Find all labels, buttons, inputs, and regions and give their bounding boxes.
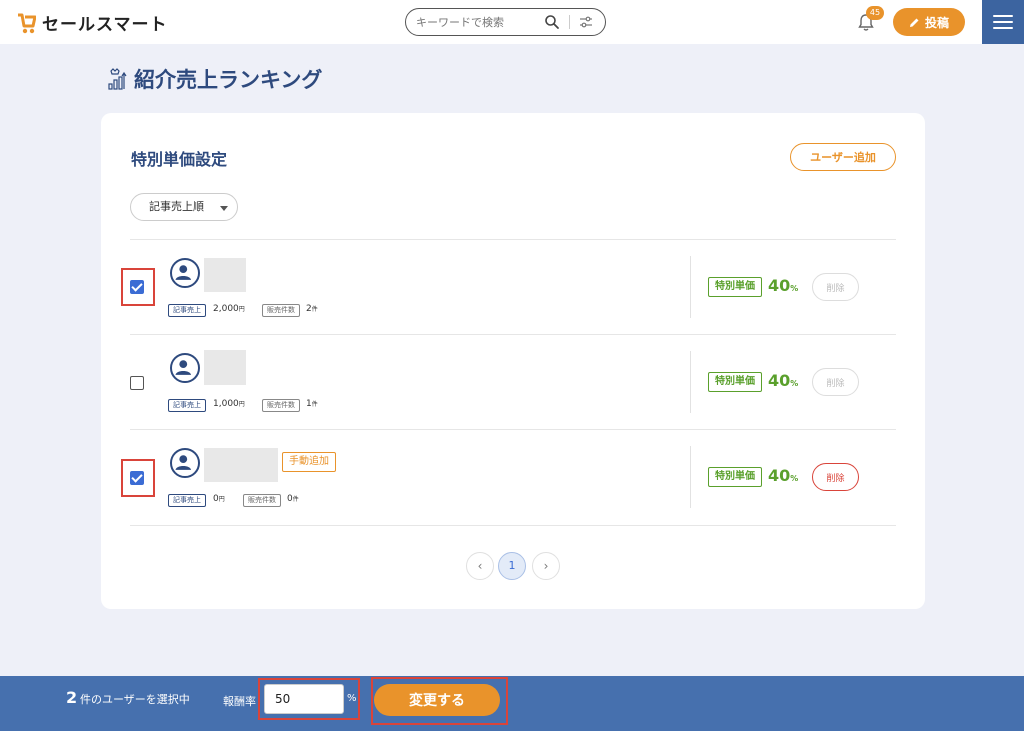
special-rate-value: 40% [768,276,799,295]
user-name-placeholder [204,258,246,292]
sales-value: 2,000円 [213,304,245,314]
special-rate-tag: 特別単価 [708,467,762,487]
delete-button[interactable]: 削除 [812,273,859,301]
sales-tag: 記事売上 [168,399,206,412]
cart-logo-icon [18,13,36,33]
delete-button[interactable]: 削除 [812,463,859,491]
sales-value: 0円 [213,494,225,504]
hamburger-menu-icon[interactable] [982,0,1024,44]
pagination-prev-button[interactable]: ‹ [466,552,494,580]
user-avatar-icon [170,258,200,288]
sales-count-tag: 販売件数 [243,494,281,507]
special-rate-value: 40% [768,371,799,390]
sales-count-tag: 販売件数 [262,399,300,412]
pencil-icon [909,18,919,27]
search-box[interactable] [405,8,606,36]
row-separator [690,446,691,508]
card-title: 特別単価設定 [131,150,228,169]
user-name-placeholder [204,350,246,385]
user-name-placeholder [204,448,278,482]
caret-down-icon [220,206,228,211]
search-separator [569,15,570,29]
change-button[interactable]: 変更する [374,684,500,716]
notification-badge: 45 [866,6,884,20]
sales-count-tag: 販売件数 [262,304,300,317]
add-user-button[interactable]: ユーザー追加 [790,143,896,171]
reward-rate-input[interactable] [264,684,344,714]
special-rate-card: 特別単価設定 ユーザー追加 記事売上順 記事売上 2,000円 販売件数 2件 … [101,113,925,609]
sales-tag: 記事売上 [168,304,206,317]
page-title-group: 紹介売上ランキング [108,64,322,94]
special-rate-tag: 特別単価 [708,372,762,392]
user-avatar-icon [170,448,200,478]
row-separator [690,351,691,413]
logo[interactable]: セールスマート [16,10,168,35]
pagination-next-button[interactable]: › [532,552,560,580]
logo-text: セールスマート [42,15,168,35]
search-icon[interactable] [544,14,560,30]
sales-count-value: 1件 [306,399,318,409]
filter-sliders-icon[interactable] [578,14,594,30]
sort-select[interactable]: 記事売上順 [130,193,238,221]
divider [130,525,896,526]
post-button-label: 投稿 [924,15,949,30]
sales-value: 1,000円 [213,399,245,409]
special-rate-value: 40% [768,466,799,485]
page-title: 紹介売上ランキング [134,68,323,92]
user-row: 記事売上 2,000円 販売件数 2件 特別単価 40% 削除 [121,240,896,335]
post-button[interactable]: 投稿 [893,8,965,36]
row-checkbox[interactable] [130,280,144,294]
row-separator [690,256,691,318]
reward-rate-label: 報酬率 [223,695,256,708]
sales-tag: 記事売上 [168,494,206,507]
manual-add-tag: 手動追加 [282,452,336,472]
row-checkbox[interactable] [130,376,144,390]
delete-button[interactable]: 削除 [812,368,859,396]
sales-count-value: 0件 [287,494,299,504]
sort-select-value: 記事売上順 [149,200,204,213]
sales-count-value: 2件 [306,304,318,314]
ranking-chart-icon [108,68,127,90]
user-row: 記事売上 1,000円 販売件数 1件 特別単価 40% 削除 [130,335,896,430]
special-rate-tag: 特別単価 [708,277,762,297]
user-row: 手動追加 記事売上 0円 販売件数 0件 特別単価 40% 削除 [121,430,896,525]
user-avatar-icon [170,353,200,383]
top-header: セールスマート 45 投稿 [0,0,1024,44]
selected-count-text: 件のユーザーを選択中 [80,693,190,706]
percent-unit: % [347,693,357,704]
row-checkbox[interactable] [130,471,144,485]
pagination-page-1[interactable]: 1 [498,552,526,580]
selected-count: 2 [66,688,78,707]
search-input[interactable] [416,14,536,30]
bulk-action-bar: 2 件のユーザーを選択中 報酬率 % 変更する [0,676,1024,731]
